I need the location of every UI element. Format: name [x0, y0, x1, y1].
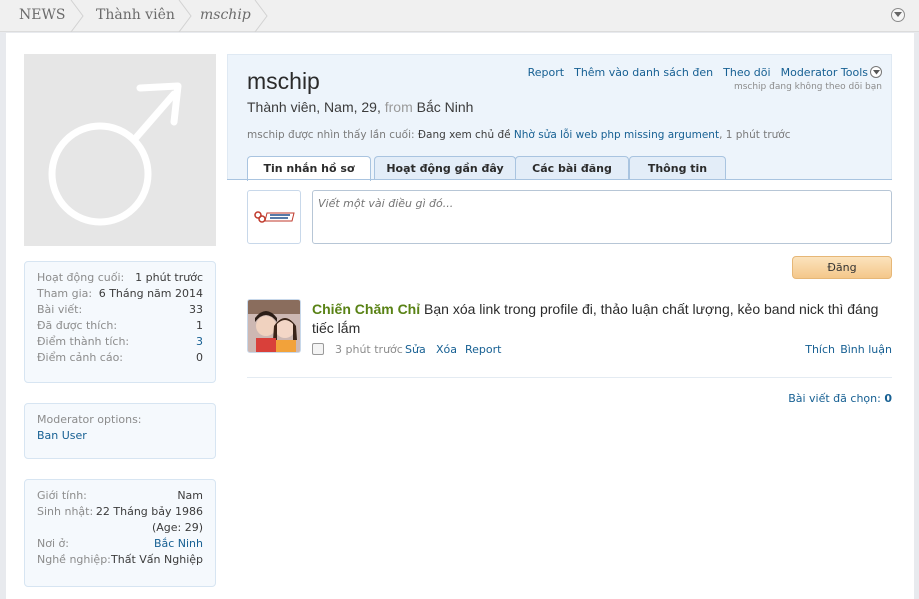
ignore-link[interactable]: Thêm vào danh sách đen	[574, 66, 713, 79]
message-meta: 3 phút trước Sửa Xóa Report Thích Bình l…	[312, 343, 892, 359]
follow-status-note: mschip đang không theo dõi bạn	[733, 82, 882, 92]
info-label: Nơi ở:	[37, 537, 69, 550]
stat-row-joined: Tham gia: 6 Tháng năm 2014	[37, 286, 203, 302]
tab-information[interactable]: Thông tin	[629, 156, 726, 180]
last-seen-action: Đang xem chủ đề	[417, 129, 511, 141]
tab-postings[interactable]: Các bài đăng	[515, 156, 629, 180]
message-author-avatar[interactable]	[247, 299, 301, 353]
moderator-options-title: Moderator options:	[37, 412, 203, 428]
profile-blurb: Thành viên, Nam, 29, from Bắc Ninh	[247, 99, 473, 115]
stat-value: 1 phút trước	[135, 271, 203, 284]
stat-label: Điểm cảnh cáo:	[37, 351, 124, 364]
tabs-underline	[227, 179, 892, 180]
stat-row-likes: Đã được thích: 1	[37, 318, 203, 334]
current-user-avatar[interactable]	[247, 190, 301, 244]
stat-row-warning-points: Điểm cảnh cáo: 0	[37, 350, 203, 366]
last-seen: mschip được nhìn thấy lần cuối: Đang xem…	[247, 129, 791, 141]
info-row-birthday: Sinh nhật: 22 Tháng bảy 1986	[37, 504, 203, 520]
info-row-location: Nơi ở: Bắc Ninh	[37, 536, 203, 552]
selected-posts-label: Bài viết đã chọn:	[788, 392, 881, 405]
breadcrumb-separator-icon	[254, 0, 268, 32]
ban-user-link[interactable]: Ban User	[37, 429, 87, 442]
breadcrumb-item-members[interactable]: Thành viên	[96, 0, 175, 32]
info-label: Nghề nghiệp:	[37, 553, 111, 566]
moderator-tools-label: Moderator Tools	[780, 66, 868, 79]
info-label: Giới tính:	[37, 489, 87, 502]
message-author-link[interactable]: Chiến Chăm Chỉ	[312, 301, 420, 317]
moderator-options-box: Moderator options: Ban User	[24, 403, 216, 459]
stat-value: 0	[196, 351, 203, 364]
breadcrumb-separator-icon	[70, 0, 84, 32]
info-value: Thất Vấn Nghiệp	[111, 553, 203, 566]
blurb-from: from	[384, 99, 413, 115]
message-like-link[interactable]: Thích	[805, 343, 835, 356]
stat-value: 6 Tháng năm 2014	[98, 287, 203, 300]
message-comment-link[interactable]: Bình luận	[840, 343, 892, 356]
chevron-down-icon	[870, 66, 882, 78]
breadcrumb-separator-icon	[178, 0, 192, 32]
message-delete-link[interactable]: Xóa	[436, 343, 457, 356]
member-stats-box: Hoạt động cuối: 1 phút trước Tham gia: 6 T…	[24, 261, 216, 383]
tab-profile-posts[interactable]: Tin nhắn hồ sơ	[247, 156, 371, 181]
message-edit-link[interactable]: Sửa	[405, 343, 426, 356]
info-row-gender: Giới tính: Nam	[37, 488, 203, 504]
stat-row-last-activity: Hoạt động cuối: 1 phút trước	[37, 270, 203, 286]
last-seen-time: , 1 phút trước	[719, 129, 791, 141]
ban-user-row: Ban User	[37, 428, 203, 444]
stat-label: Bài viết:	[37, 303, 83, 316]
divider	[247, 377, 892, 378]
report-link[interactable]: Report	[528, 66, 564, 79]
message-select-checkbox[interactable]	[312, 343, 324, 355]
info-value: 22 Tháng bảy 1986	[95, 505, 203, 518]
blurb-title: Thành viên, Nam, 29,	[247, 99, 381, 115]
stat-label: Hoạt động cuối:	[37, 271, 125, 284]
location-link[interactable]: Bắc Ninh	[154, 536, 203, 552]
message-report-link[interactable]: Report	[465, 343, 501, 356]
breadcrumb: NEWS Thành viên mschip	[0, 0, 919, 32]
message-body: Chiến Chăm Chỉ Bạn xóa link trong profil…	[312, 300, 892, 338]
moderator-options-label: Moderator options:	[37, 413, 142, 426]
info-value: Nam	[177, 489, 203, 502]
stat-value: 33	[189, 303, 203, 316]
status-message-input[interactable]	[312, 190, 892, 244]
tab-recent-activity[interactable]: Hoạt động gần đây	[374, 156, 516, 180]
last-seen-thread-link[interactable]: Nhờ sửa lỗi web php missing argument	[514, 129, 719, 141]
profile-actions: Report Thêm vào danh sách đen Theo dõi Mode…	[518, 66, 882, 79]
profile-avatar	[24, 54, 216, 246]
post-button[interactable]: Đăng	[792, 256, 892, 279]
message-time[interactable]: 3 phút trước	[335, 343, 403, 356]
info-row-occupation: Nghề nghiệp: Thất Vấn Nghiệp	[37, 552, 203, 568]
stat-label: Tham gia:	[37, 287, 93, 300]
stat-label: Điểm thành tích:	[37, 335, 130, 348]
profile-username: mschip	[247, 68, 320, 94]
author-photo	[248, 300, 300, 352]
selected-posts-counter[interactable]: Bài viết đã chọn: 0	[788, 392, 892, 405]
moderator-tools-link[interactable]: Moderator Tools	[781, 66, 882, 79]
stat-row-posts: Bài viết: 33	[37, 302, 203, 318]
stat-label: Đã được thích:	[37, 319, 118, 332]
info-label: Sinh nhật:	[37, 505, 94, 518]
breadcrumb-menu-chevron-down-icon[interactable]	[891, 8, 905, 22]
breadcrumb-item-current[interactable]: mschip	[200, 0, 251, 32]
selected-posts-count: 0	[884, 392, 892, 405]
follow-link[interactable]: Theo dõi	[723, 66, 770, 79]
male-symbol-icon	[48, 82, 182, 226]
stat-value: 1	[196, 319, 203, 332]
trophy-points-link[interactable]: 3	[196, 334, 203, 350]
info-age: (Age: 29)	[151, 521, 203, 534]
corp-logo-icon	[254, 211, 295, 223]
last-seen-prefix: mschip được nhìn thấy lần cuối:	[247, 129, 415, 141]
stat-row-trophy-points: Điểm thành tích: 3	[37, 334, 203, 350]
blurb-location[interactable]: Bắc Ninh	[417, 99, 474, 115]
member-info-box: Giới tính: Nam Sinh nhật: 22 Tháng bảy 198…	[24, 479, 216, 587]
breadcrumb-item-news[interactable]: NEWS	[19, 0, 65, 32]
